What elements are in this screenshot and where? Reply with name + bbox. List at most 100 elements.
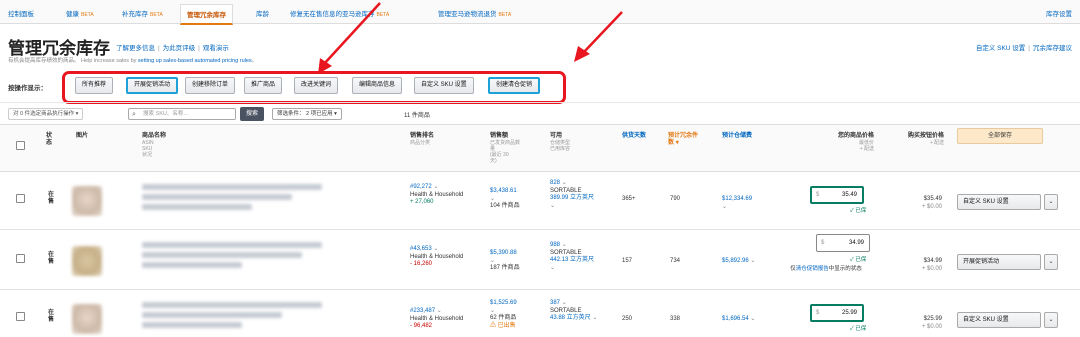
available-cell: 988 ⌄ SORTABLE 442.13 立方英尺 ⌄: [550, 242, 595, 271]
price-saved-indicator: ✓ 已保: [850, 257, 867, 263]
sales-cell: $3,438.61 ⌄ 104 件商品: [490, 188, 520, 209]
chevron-down-icon[interactable]: ⌄: [1044, 312, 1058, 328]
pricing-rules-link[interactable]: setting up sales-based automated pricing…: [138, 58, 252, 64]
price-saved-indicator: ✓ 已保: [850, 326, 867, 332]
warning-icon: ⚠ 已出售: [490, 322, 516, 329]
days-supply-cell: 365+: [622, 196, 636, 202]
price-input[interactable]: $34.99: [816, 234, 870, 252]
product-thumbnail[interactable]: [72, 246, 102, 276]
excess-units-cell: 734: [670, 258, 681, 264]
product-title-blurred: [142, 312, 282, 318]
row-checkbox[interactable]: [16, 254, 25, 263]
product-asin-blurred: [142, 204, 252, 210]
filter-row: 对 0 件选定商品执行操作 ▾ ⌕ 搜索 SKU、名称... 搜索 筛选条件： …: [0, 102, 1080, 124]
storage-fee-cell: $12,334.69 ⌄: [722, 196, 753, 210]
tab-manage-excess[interactable]: 管理冗余库存: [180, 4, 233, 25]
sales-rank-cell: #43,653 ⌄ Health & Household - 16,260: [410, 246, 464, 267]
sales-cell: $5,390.88 ⌄ 187 件商品: [490, 250, 520, 271]
search-icon: ⌕: [132, 111, 136, 118]
chevron-down-icon[interactable]: ⌄: [1044, 194, 1058, 210]
filter-conditions-select[interactable]: 筛选条件： 2 项已应用 ▾: [272, 108, 342, 120]
product-asin-blurred: [142, 262, 242, 268]
status-label: 在售: [48, 192, 55, 205]
tab-restock[interactable]: 补充库存 BETA: [122, 8, 163, 18]
product-asin-blurred: [142, 322, 242, 328]
watch-demo-link[interactable]: 观看演示: [203, 45, 229, 52]
sales-rank-cell: #233,487 ⌄ Health & Household - 96,482: [410, 308, 464, 329]
col-your-price[interactable]: 您的商品价格 最低价 + 配送: [818, 133, 874, 152]
search-input[interactable]: ⌕ 搜索 SKU、名称...: [128, 108, 236, 120]
result-count: 11 件商品: [404, 113, 430, 119]
rate-page-link[interactable]: 为此页评级: [163, 45, 196, 52]
tab-inventory-age[interactable]: 库龄: [256, 8, 269, 18]
product-thumbnail[interactable]: [72, 304, 102, 334]
clearance-report-link[interactable]: 清仓促销报告: [796, 266, 829, 272]
tab-health[interactable]: 健康 BETA: [66, 8, 94, 18]
product-thumbnail[interactable]: [72, 186, 102, 216]
sort-desc-icon: ▾: [675, 140, 679, 146]
price-saved-indicator: ✓ 已保: [850, 208, 867, 214]
table-header: 状态 图片 商品名称 ASIN SKU 状况 销售排名 商品分类 销售额 已发货…: [0, 124, 1080, 172]
bulk-action-select[interactable]: 对 0 件选定商品执行操作 ▾: [8, 108, 84, 120]
sales-rank-cell: #92,272 ⌄ Health & Household + 27,060: [410, 184, 464, 205]
col-sales-rank[interactable]: 销售排名 商品分类: [410, 133, 434, 146]
all-recommendations-button[interactable]: 所有推荐: [75, 77, 114, 94]
page-subtitle: 有机会提高库存绩效的商品。 Help increase sales by set…: [8, 58, 258, 64]
col-buybox-price[interactable]: 购买按钮价格 + 配送: [898, 133, 944, 146]
select-all-checkbox[interactable]: [16, 141, 25, 150]
run-promotion-button[interactable]: 开展促销活动: [126, 77, 179, 94]
col-name[interactable]: 商品名称 ASIN SKU 状况: [142, 133, 166, 158]
custom-sku-settings-link[interactable]: 自定义 SKU 设置: [976, 45, 1025, 52]
excess-units-cell: 790: [670, 196, 681, 202]
row-action-select[interactable]: 开展促销活动: [957, 254, 1041, 270]
beta-badge: BETA: [150, 12, 163, 18]
col-available[interactable]: 可用 仓储类型 已用库容: [550, 133, 570, 152]
row-action-select[interactable]: 自定义 SKU 设置: [957, 312, 1041, 328]
table-row: 在售 #43,653 ⌄ Health & Household - 16,260…: [0, 230, 1080, 290]
product-title-blurred[interactable]: [142, 302, 322, 308]
title-links: 了解更多信息 | 为此页评级 | 观看演示: [115, 45, 229, 52]
product-title-blurred[interactable]: [142, 242, 322, 248]
sales-cell: $1,525.69 ⌄ 62 件商品 ⚠ 已出售: [490, 300, 517, 329]
save-all-button[interactable]: 全部保存: [957, 128, 1043, 144]
table-row: 在售 #92,272 ⌄ Health & Household + 27,060…: [0, 172, 1080, 230]
learn-more-link[interactable]: 了解更多信息: [116, 45, 155, 52]
row-checkbox[interactable]: [16, 194, 25, 203]
col-days-supply[interactable]: 供货天数: [622, 133, 646, 140]
days-supply-cell: 157: [622, 258, 633, 264]
product-title-blurred: [142, 252, 302, 258]
row-action-select[interactable]: 自定义 SKU 设置: [957, 194, 1041, 210]
buybox-price-cell: $34.99 + $0.00: [921, 258, 942, 272]
storage-fee-cell: $5,892.96 ⌄: [722, 258, 756, 264]
buybox-price-cell: $25.99 + $0.00: [921, 316, 942, 330]
col-estimated-storage-fee[interactable]: 预计仓储费: [722, 133, 752, 140]
search-button[interactable]: 搜索: [240, 107, 265, 121]
product-title-blurred: [142, 194, 292, 200]
col-sales[interactable]: 销售额 已发货商品数 量 (最近 30 天): [490, 133, 534, 164]
excess-recommendations-link[interactable]: 冗余库存建议: [1033, 45, 1072, 52]
storage-fee-cell: $1,696.54 ⌄: [722, 316, 756, 322]
create-removal-order-button[interactable]: 创建移除订单: [185, 77, 236, 94]
chevron-down-icon[interactable]: ⌄: [1044, 254, 1058, 270]
header-right-links: 自定义 SKU 设置 | 冗余库存建议: [975, 45, 1072, 52]
available-cell: 387 ⌄ SORTABLE 43.88 立方英尺 ⌄: [550, 300, 598, 321]
col-status[interactable]: 状态: [46, 133, 56, 147]
buybox-price-cell: $35.49 + $0.00: [921, 196, 942, 210]
price-input[interactable]: $25.99: [810, 304, 864, 322]
col-estimated-excess[interactable]: 预计冗余件数 ▾: [668, 133, 698, 147]
product-title-blurred[interactable]: [142, 184, 322, 190]
promote-product-button[interactable]: 推广商品: [244, 77, 283, 94]
days-supply-cell: 250: [622, 316, 633, 322]
status-label: 在售: [48, 252, 55, 265]
annotation-arrows: [318, 2, 623, 74]
excess-units-cell: 338: [670, 316, 681, 322]
row-checkbox[interactable]: [16, 312, 25, 321]
inventory-settings-link[interactable]: 库存设置: [1046, 8, 1072, 18]
col-image: 图片: [76, 133, 89, 139]
beta-badge: BETA: [81, 12, 94, 18]
tab-dashboard[interactable]: 控制面板: [8, 8, 34, 18]
price-input[interactable]: $35.49: [810, 186, 864, 204]
status-label: 在售: [48, 310, 55, 323]
available-cell: 828 ⌄ SORTABLE 389.99 立方英尺 ⌄: [550, 180, 595, 209]
table-row: 在售 #233,487 ⌄ Health & Household - 96,48…: [0, 290, 1080, 337]
